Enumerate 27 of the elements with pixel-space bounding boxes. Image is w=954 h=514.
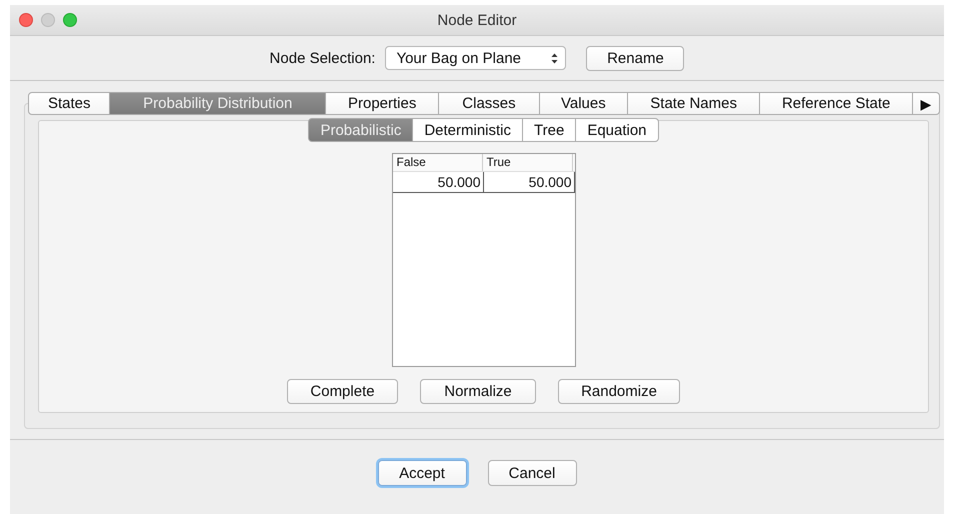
tab[interactable]: Deterministic xyxy=(413,118,524,142)
dialog-button[interactable]: Accept xyxy=(378,460,466,486)
rename-button[interactable]: Rename xyxy=(586,46,684,70)
window-title: Node Editor xyxy=(437,12,517,28)
updown-icon xyxy=(551,52,558,64)
action-button[interactable]: Randomize xyxy=(558,379,680,404)
node-dropdown[interactable]: Your Bag on Plane xyxy=(385,46,566,70)
field-label: Node Selection: xyxy=(270,50,376,66)
action-button[interactable]: Complete xyxy=(287,379,398,404)
close-icon[interactable] xyxy=(19,13,33,27)
scroll-tabs-button[interactable]: ▶ xyxy=(913,92,940,115)
minimize-icon[interactable] xyxy=(41,13,55,27)
column-header[interactable]: True xyxy=(482,154,572,171)
tab[interactable]: Values xyxy=(540,92,628,115)
zoom-icon[interactable] xyxy=(63,13,77,27)
tab[interactable]: Properties xyxy=(326,92,440,115)
tab[interactable]: Reference State xyxy=(760,92,914,115)
tab[interactable]: Classes xyxy=(439,92,540,115)
tab[interactable]: State Names xyxy=(628,92,760,115)
table-cell[interactable]: 50.000 xyxy=(392,172,484,192)
column-header[interactable]: False xyxy=(392,154,482,171)
dialog-button[interactable]: Cancel xyxy=(488,460,576,486)
tab[interactable]: Tree xyxy=(523,118,576,142)
tab[interactable]: States xyxy=(28,92,110,115)
action-button[interactable]: Normalize xyxy=(420,379,536,404)
table-cell[interactable]: 50.000 xyxy=(484,172,574,192)
tab[interactable]: Equation xyxy=(576,118,659,142)
